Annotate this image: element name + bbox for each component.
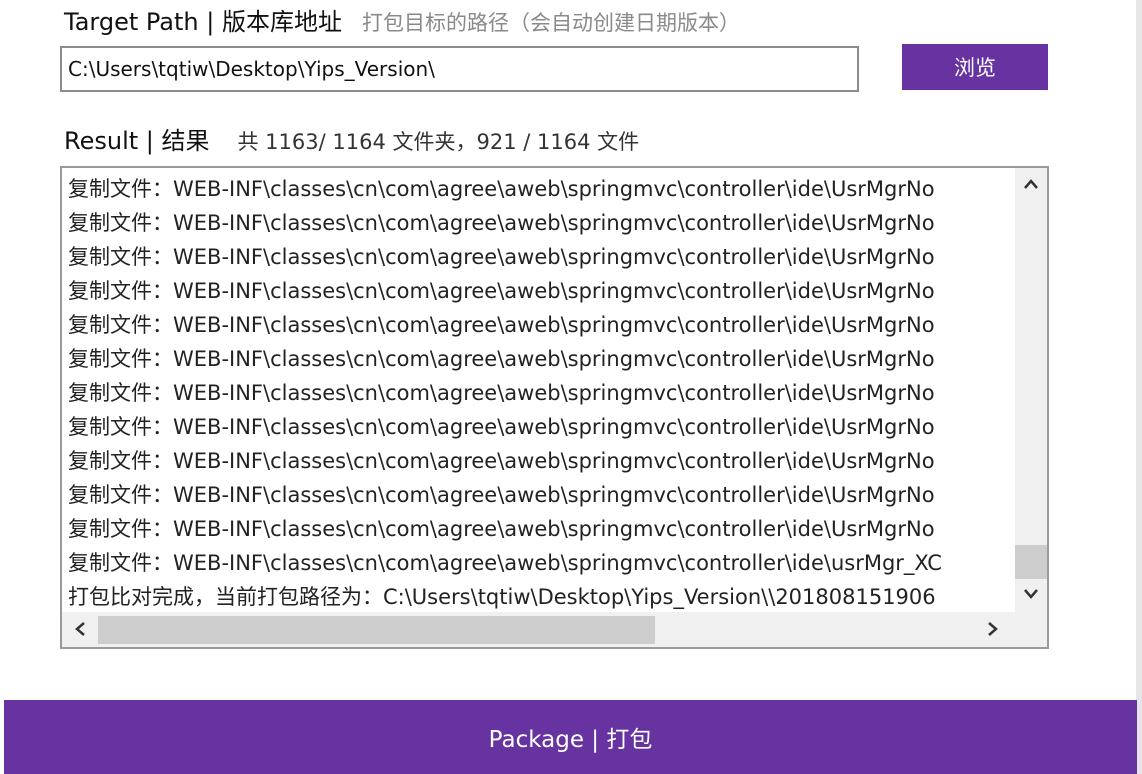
chevron-left-icon[interactable] — [74, 621, 86, 641]
log-line: 复制文件：WEB-INF\classes\cn\com\agree\aweb\s… — [68, 245, 935, 269]
log-line: 复制文件：WEB-INF\classes\cn\com\agree\aweb\s… — [68, 177, 935, 201]
chevron-up-icon[interactable] — [1023, 176, 1039, 194]
log-line: 复制文件：WEB-INF\classes\cn\com\agree\aweb\s… — [68, 279, 935, 303]
target-path-title: Target Path | 版本库地址 — [64, 8, 342, 36]
window-edge — [1136, 0, 1142, 774]
horizontal-scroll-thumb[interactable] — [98, 616, 655, 644]
log-line: 打包比对完成，当前打包路径为：C:\Users\tqtiw\Desktop\Yi… — [68, 585, 936, 609]
horizontal-scrollbar[interactable] — [62, 612, 1047, 647]
log-line: 复制文件：WEB-INF\classes\cn\com\agree\aweb\s… — [68, 517, 935, 541]
log-line: 复制文件：WEB-INF\classes\cn\com\agree\aweb\s… — [68, 211, 935, 235]
chevron-right-icon[interactable] — [987, 621, 999, 641]
log-lines: 复制文件：WEB-INF\classes\cn\com\agree\aweb\s… — [68, 172, 1012, 612]
vertical-scroll-thumb[interactable] — [1015, 545, 1047, 579]
log-line: 复制文件：WEB-INF\classes\cn\com\agree\aweb\s… — [68, 381, 935, 405]
log-line: 复制文件：WEB-INF\classes\cn\com\agree\aweb\s… — [68, 313, 935, 337]
result-title: Result | 结果 — [64, 127, 210, 155]
result-header: Result | 结果 共 1163/ 1164 文件夹，921 / 1164 文… — [64, 121, 639, 156]
result-log[interactable]: 复制文件：WEB-INF\classes\cn\com\agree\aweb\s… — [60, 166, 1049, 649]
log-line: 复制文件：WEB-INF\classes\cn\com\agree\aweb\s… — [68, 415, 935, 439]
log-line: 复制文件：WEB-INF\classes\cn\com\agree\aweb\s… — [68, 551, 942, 575]
log-line: 复制文件：WEB-INF\classes\cn\com\agree\aweb\s… — [68, 483, 935, 507]
target-path-input[interactable] — [60, 46, 859, 92]
result-summary: 共 1163/ 1164 文件夹，921 / 1164 文件 — [237, 130, 640, 154]
target-path-header: Target Path | 版本库地址 打包目标的路径（会自动创建日期版本） — [64, 2, 740, 37]
chevron-down-icon[interactable] — [1023, 586, 1039, 604]
package-button[interactable]: Package | 打包 — [4, 700, 1137, 774]
browse-button[interactable]: 浏览 — [902, 44, 1048, 90]
vertical-scrollbar[interactable] — [1015, 168, 1047, 612]
log-line: 复制文件：WEB-INF\classes\cn\com\agree\aweb\s… — [68, 347, 935, 371]
target-path-hint: 打包目标的路径（会自动创建日期版本） — [361, 11, 740, 35]
log-line: 复制文件：WEB-INF\classes\cn\com\agree\aweb\s… — [68, 449, 935, 473]
